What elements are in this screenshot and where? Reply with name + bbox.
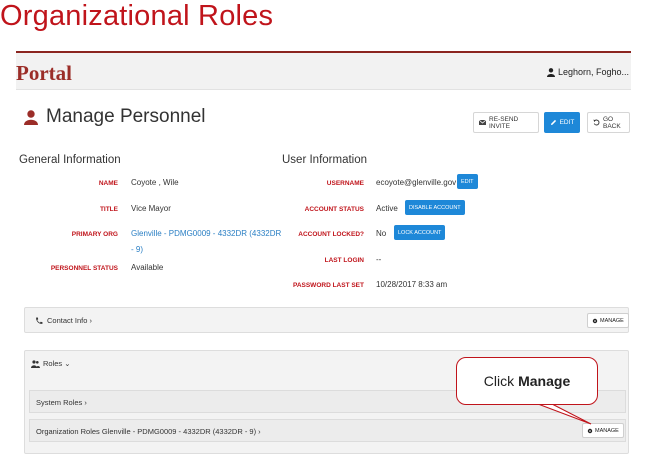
org-roles-manage-button[interactable]: Manage — [582, 423, 624, 438]
resend-invite-button[interactable]: Re-send Invite — [473, 112, 539, 133]
account-status-label: Account Status — [304, 206, 364, 213]
password-last-set-label: Password Last Set — [292, 282, 364, 289]
name-value: Coyote , Wile — [131, 178, 179, 187]
resend-invite-label: Re-send Invite — [489, 115, 519, 130]
user-menu[interactable]: Leghorn, Fogho... — [546, 67, 629, 77]
undo-icon — [593, 119, 600, 126]
callout-prefix: Click — [483, 373, 515, 389]
last-login-label: Last Login — [324, 257, 364, 264]
contact-info-label: Contact Info › — [47, 316, 93, 325]
user-name: Leghorn, Fogho... — [557, 67, 629, 77]
last-login-value: -- — [376, 255, 382, 264]
username-label: Username — [326, 180, 364, 187]
org-roles-manage-label: Manage — [595, 427, 619, 434]
click-manage-callout: Click Manage — [456, 357, 598, 405]
roles-label: Roles ⌄ — [43, 359, 71, 368]
personnel-status-value: Available — [131, 263, 164, 272]
roles-toggle[interactable]: Roles ⌄ — [31, 359, 71, 368]
primary-org-label: Primary Org — [71, 231, 118, 238]
password-last-set-value: 10/28/2017 8:33 am — [376, 280, 448, 289]
contact-manage-button[interactable]: Manage — [587, 313, 629, 328]
username-edit-button[interactable]: Edit — [457, 174, 478, 189]
contact-manage-label: Manage — [600, 317, 624, 324]
top-navbar: Portal Leghorn, Fogho... — [16, 51, 631, 90]
go-back-label: Go Back — [603, 115, 621, 130]
organization-roles-label: Organization Roles Glenville - PDMG0009 … — [36, 427, 261, 436]
lock-account-button[interactable]: Lock Account — [394, 225, 446, 240]
personnel-status-label: Personnel Status — [50, 265, 118, 272]
primary-org-link-cont[interactable]: - 9) — [131, 244, 143, 256]
edit-button[interactable]: Edit — [544, 112, 580, 133]
slide-title: Organizational Roles — [0, 0, 274, 32]
contact-info-toggle[interactable]: Contact Info › — [35, 316, 92, 325]
account-locked-value: No — [376, 229, 387, 238]
user-info-heading: User Information — [282, 154, 368, 166]
title-value: Vice Mayor — [131, 204, 171, 213]
gear-icon — [587, 428, 593, 434]
pencil-icon — [550, 119, 557, 126]
account-locked-label: Account Locked? — [298, 231, 364, 238]
username-value: ecoyote@glenville.gov — [376, 178, 457, 187]
callout-action: Manage — [518, 373, 571, 389]
contact-info-panel: Contact Info › Manage — [24, 307, 629, 333]
organization-roles-row[interactable]: Organization Roles Glenville - PDMG0009 … — [29, 419, 626, 442]
users-icon — [31, 359, 40, 368]
disable-account-button[interactable]: Disable Account — [405, 200, 465, 215]
system-roles-label: System Roles › — [36, 398, 87, 407]
brand-logo[interactable]: Portal — [16, 61, 72, 86]
phone-icon — [35, 317, 43, 325]
gear-icon — [592, 318, 598, 324]
page-header: Manage Personnel — [24, 106, 206, 128]
primary-org-link[interactable]: Glenville - PDMG0009 - 4332DR (4332DR — [131, 228, 281, 240]
page-title: Manage Personnel — [46, 106, 206, 127]
name-label: Name — [98, 180, 118, 187]
account-status-value: Active — [376, 204, 398, 213]
title-label: Title — [99, 206, 118, 213]
user-icon — [546, 67, 555, 77]
envelope-icon — [478, 119, 487, 126]
general-info-heading: General Information — [19, 154, 121, 166]
person-icon — [24, 109, 38, 125]
edit-label: Edit — [559, 119, 575, 126]
go-back-button[interactable]: Go Back — [587, 112, 630, 133]
